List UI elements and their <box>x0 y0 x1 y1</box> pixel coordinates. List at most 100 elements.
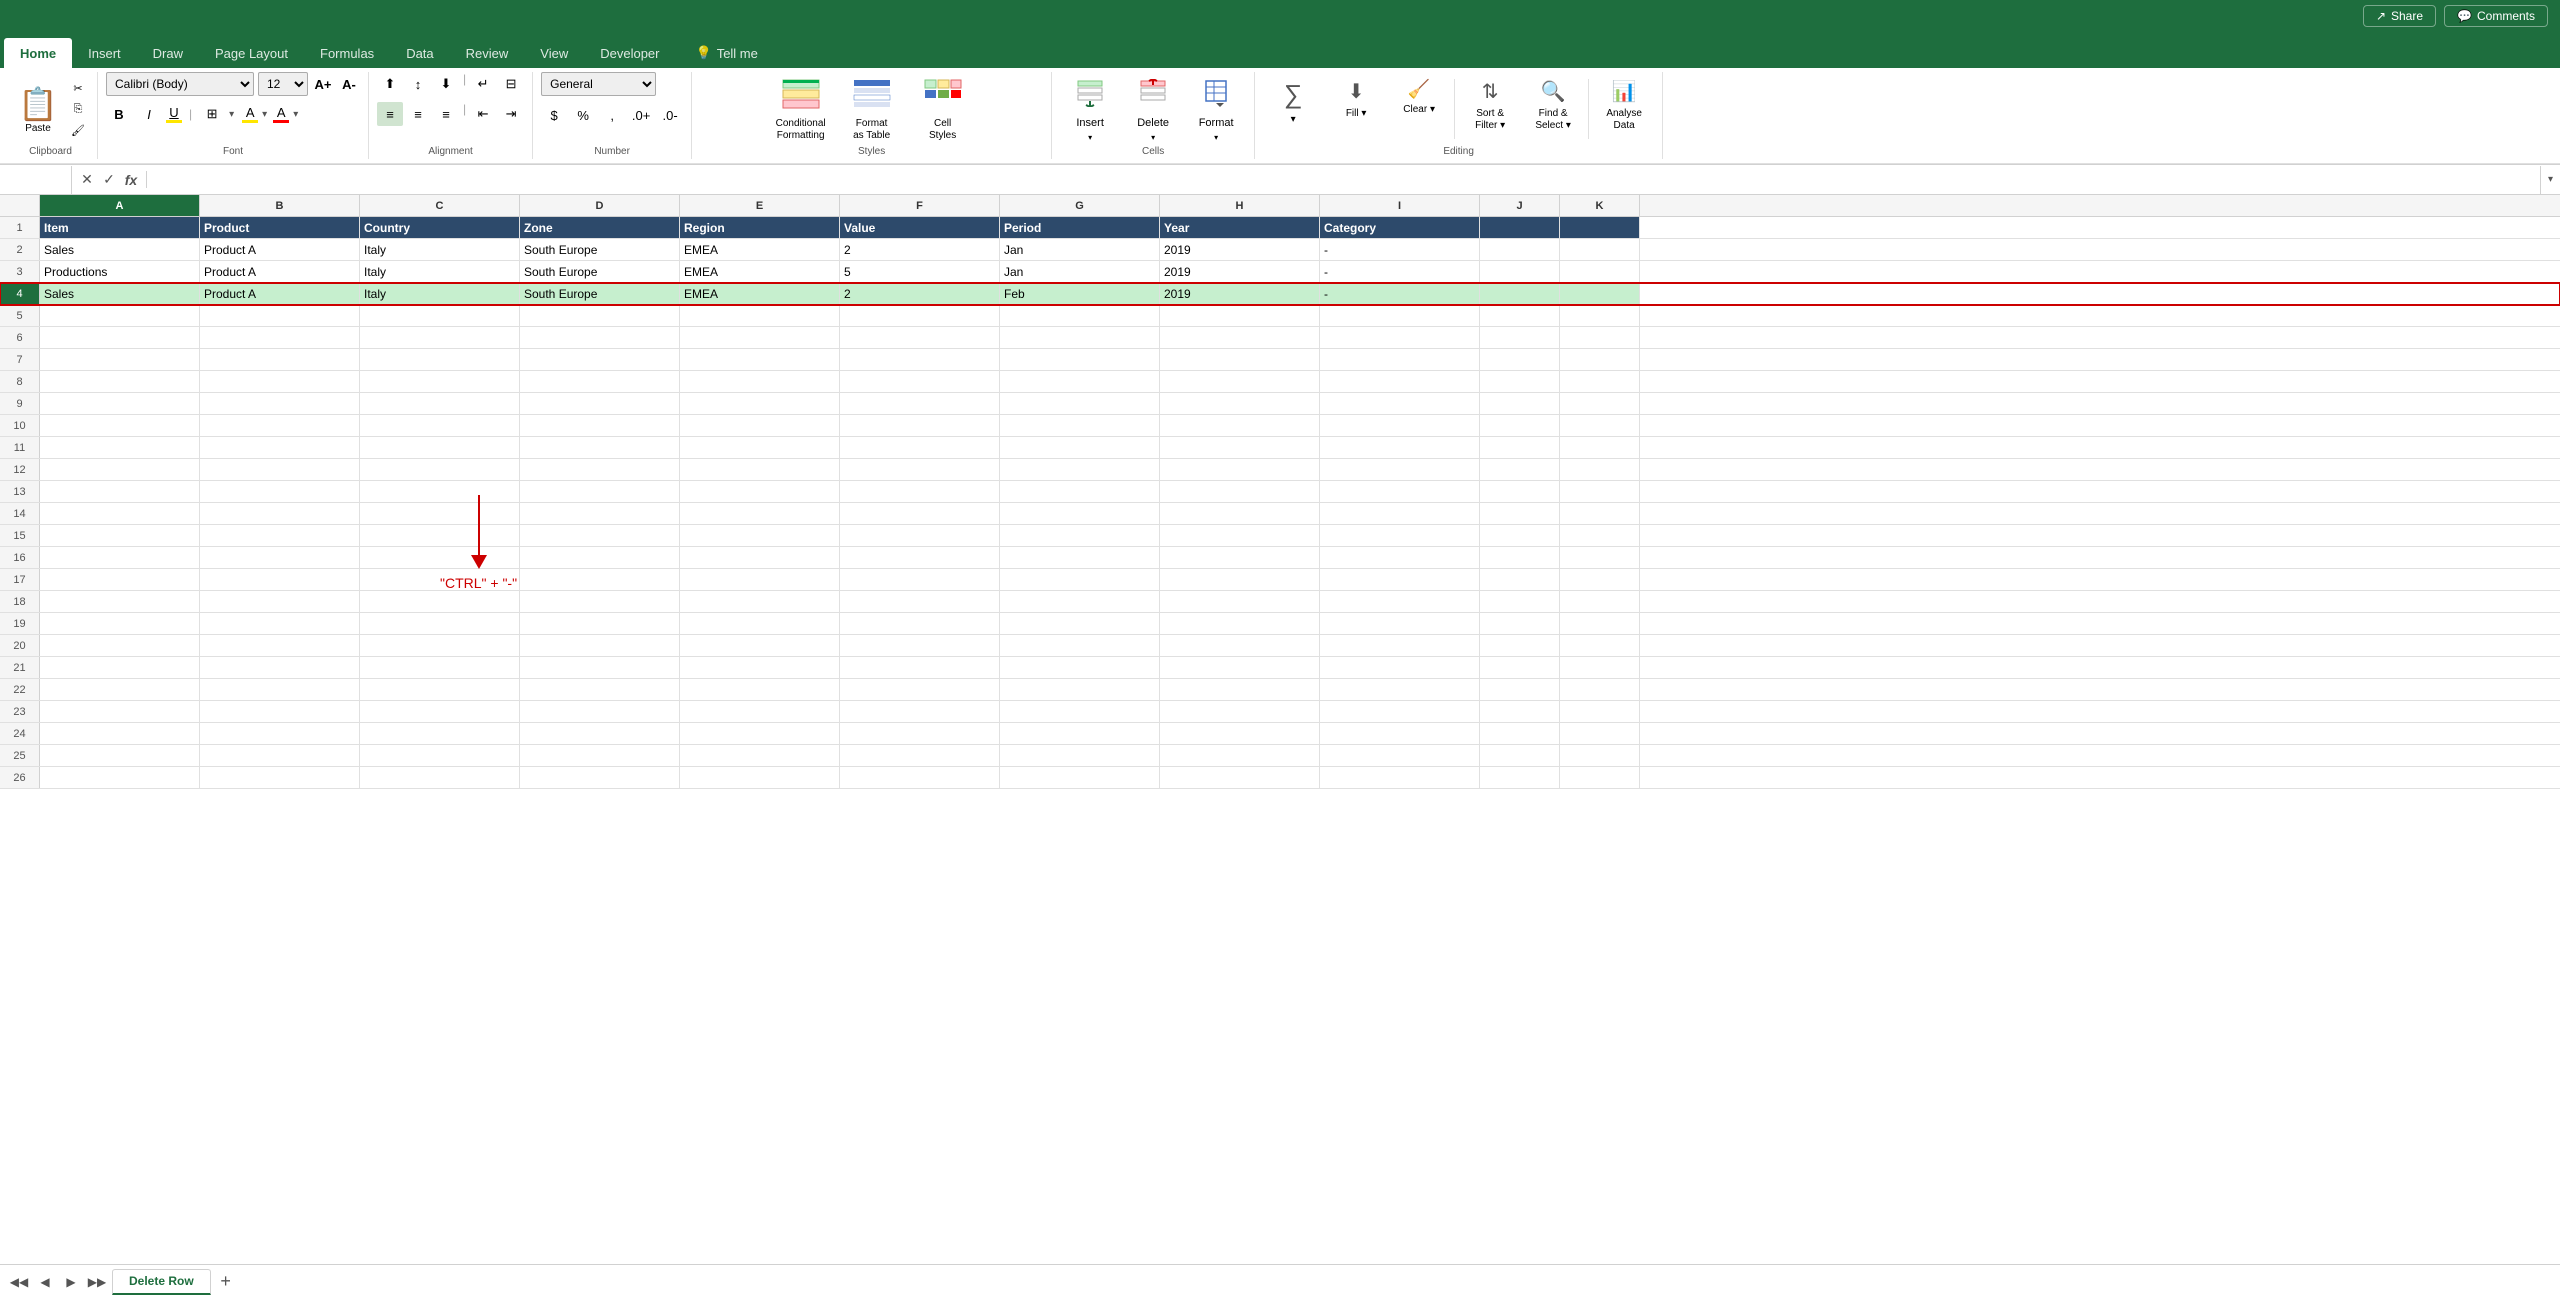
col-header-g[interactable]: G <box>1000 195 1160 216</box>
tab-data[interactable]: Data <box>390 38 449 68</box>
grid-cell[interactable] <box>360 415 520 436</box>
grid-cell[interactable] <box>1480 283 1560 304</box>
grid-cell[interactable] <box>1480 745 1560 766</box>
grid-cell[interactable]: Zone <box>520 217 680 238</box>
grid-cell[interactable] <box>520 393 680 414</box>
grid-cell[interactable] <box>1160 393 1320 414</box>
grid-cell[interactable] <box>1480 371 1560 392</box>
grid-cell[interactable]: Product <box>200 217 360 238</box>
bold-button[interactable]: B <box>106 102 132 126</box>
tell-me[interactable]: 💡 Tell me <box>684 38 770 68</box>
grid-cell[interactable] <box>200 657 360 678</box>
grid-cell[interactable] <box>1560 283 1640 304</box>
grid-cell[interactable] <box>680 767 840 788</box>
tab-view[interactable]: View <box>524 38 584 68</box>
formula-expand-button[interactable]: ▾ <box>2540 166 2560 194</box>
col-header-b[interactable]: B <box>200 195 360 216</box>
grid-cell[interactable] <box>1160 349 1320 370</box>
grid-cell[interactable] <box>1000 635 1160 656</box>
grid-cell[interactable] <box>1160 635 1320 656</box>
grid-cell[interactable] <box>1480 393 1560 414</box>
grid-cell[interactable] <box>520 415 680 436</box>
grid-cell[interactable]: Item <box>40 217 200 238</box>
grid-cell[interactable] <box>1320 305 1480 326</box>
grid-cell[interactable] <box>680 415 840 436</box>
grid-cell[interactable] <box>1000 327 1160 348</box>
grid-cell[interactable] <box>1560 547 1640 568</box>
grid-cell[interactable] <box>840 305 1000 326</box>
insert-button[interactable]: Insert ▾ <box>1060 75 1120 143</box>
grid-cell[interactable] <box>520 635 680 656</box>
grid-cell[interactable] <box>1000 701 1160 722</box>
decrease-indent-button[interactable]: ⇤ <box>470 102 496 126</box>
paste-button[interactable]: 📋 Paste <box>12 75 64 143</box>
grid-cell[interactable] <box>1480 481 1560 502</box>
align-bottom-button[interactable]: ⬇ <box>433 72 459 96</box>
grid-cell[interactable] <box>1480 305 1560 326</box>
decrease-font-button[interactable]: A- <box>338 73 360 95</box>
grid-cell[interactable] <box>840 635 1000 656</box>
grid-cell[interactable] <box>680 701 840 722</box>
grid-cell[interactable]: Category <box>1320 217 1480 238</box>
grid-cell[interactable] <box>1160 481 1320 502</box>
grid-cell[interactable] <box>360 657 520 678</box>
borders-dropdown[interactable]: ▾ <box>229 109 234 120</box>
grid-cell[interactable] <box>680 745 840 766</box>
row-number[interactable]: 2 <box>0 239 40 260</box>
grid-cell[interactable] <box>1000 767 1160 788</box>
grid-cell[interactable] <box>1560 459 1640 480</box>
grid-cell[interactable]: Productions <box>40 261 200 282</box>
grid-cell[interactable]: EMEA <box>680 261 840 282</box>
grid-cell[interactable] <box>40 547 200 568</box>
percent-button[interactable]: % <box>570 103 596 127</box>
grid-cell[interactable] <box>520 437 680 458</box>
align-center-button[interactable]: ≡ <box>405 102 431 126</box>
grid-cell[interactable] <box>200 679 360 700</box>
grid-cell[interactable] <box>1320 701 1480 722</box>
grid-cell[interactable] <box>840 679 1000 700</box>
grid-cell[interactable] <box>520 679 680 700</box>
grid-cell[interactable] <box>40 591 200 612</box>
grid-cell[interactable] <box>520 723 680 744</box>
grid-cell[interactable] <box>1320 327 1480 348</box>
grid-cell[interactable] <box>360 613 520 634</box>
grid-cell[interactable] <box>1160 591 1320 612</box>
row-number[interactable]: 23 <box>0 701 40 722</box>
row-number[interactable]: 8 <box>0 371 40 392</box>
grid-cell[interactable] <box>1160 745 1320 766</box>
col-header-i[interactable]: I <box>1320 195 1480 216</box>
grid-cell[interactable] <box>840 613 1000 634</box>
grid-cell[interactable] <box>360 745 520 766</box>
grid-cell[interactable] <box>1560 305 1640 326</box>
scroll-left-button[interactable]: ◀◀ <box>8 1271 30 1293</box>
grid-cell[interactable] <box>1560 525 1640 546</box>
grid-cell[interactable] <box>1480 613 1560 634</box>
fill-color-dropdown[interactable]: ▾ <box>262 109 267 120</box>
grid-cell[interactable] <box>1320 745 1480 766</box>
grid-cell[interactable] <box>1000 657 1160 678</box>
grid-cell[interactable] <box>1480 437 1560 458</box>
grid-cell[interactable] <box>40 745 200 766</box>
grid-cell[interactable] <box>520 327 680 348</box>
grid-cell[interactable] <box>360 591 520 612</box>
grid-cell[interactable] <box>1320 679 1480 700</box>
merge-button[interactable]: ⊟ <box>498 72 524 96</box>
grid-cell[interactable] <box>200 723 360 744</box>
font-color-dropdown[interactable]: ▾ <box>293 109 298 120</box>
grid-cell[interactable] <box>520 591 680 612</box>
grid-cell[interactable] <box>1560 591 1640 612</box>
grid-cell[interactable] <box>1560 701 1640 722</box>
grid-cell[interactable] <box>200 481 360 502</box>
grid-cell[interactable] <box>40 371 200 392</box>
grid-cell[interactable] <box>1160 437 1320 458</box>
col-header-a[interactable]: A <box>40 195 200 216</box>
grid-cell[interactable] <box>1560 679 1640 700</box>
grid-cell[interactable]: South Europe <box>520 261 680 282</box>
wrap-text-button[interactable]: ↵ <box>470 72 496 96</box>
grid-cell[interactable] <box>360 349 520 370</box>
grid-cell[interactable] <box>1320 569 1480 590</box>
grid-cell[interactable] <box>840 591 1000 612</box>
grid-cell[interactable] <box>1000 547 1160 568</box>
grid-cell[interactable] <box>1480 525 1560 546</box>
grid-cell[interactable] <box>1000 437 1160 458</box>
